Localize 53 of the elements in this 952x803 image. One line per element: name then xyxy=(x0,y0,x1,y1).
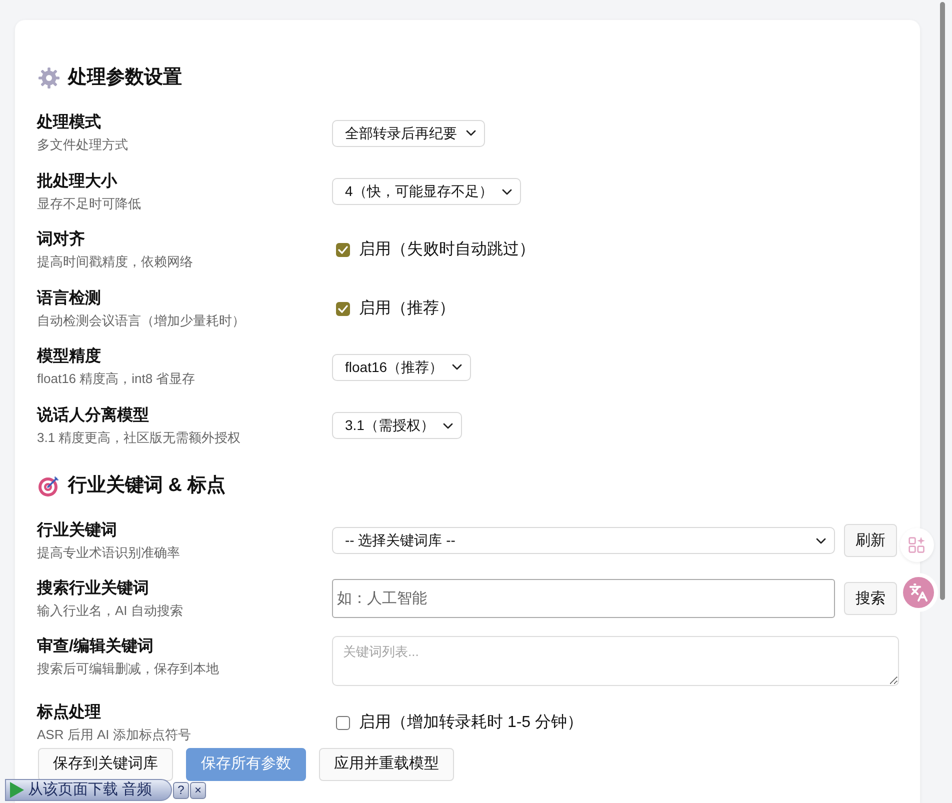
dropdown[interactable]: 全部转录后再纪要 xyxy=(332,120,485,146)
setting-label: 标点处理 xyxy=(37,702,102,723)
setting-description: 提高时间戳精度，依赖网络 xyxy=(37,253,194,272)
section-heading: 行业关键词 & 标点 xyxy=(68,474,226,498)
help-button[interactable]: ? xyxy=(173,782,189,798)
chevron-down-icon xyxy=(502,188,512,195)
setting-description: ASR 后用 AI 添加标点符号 xyxy=(37,726,192,744)
setting-label: 模型精度 xyxy=(37,346,102,368)
setting-description: 3.1 精度更高，社区版无需额外授权 xyxy=(37,428,242,447)
setting-label: 说话人分离模型 xyxy=(37,405,150,426)
setting-label: 审查/编辑关键词 xyxy=(37,636,154,657)
setting-label: 搜索行业关键词 xyxy=(37,578,150,599)
setting-label: 批处理大小 xyxy=(37,172,118,192)
play-icon xyxy=(10,782,24,798)
setting-label: 处理模式 xyxy=(37,112,102,133)
setting-description: 输入行业名，AI 自动搜索 xyxy=(37,602,184,620)
checkbox-label: 启用（失败时自动跳过） xyxy=(359,240,535,260)
dropdown[interactable]: 3.1（需授权） xyxy=(332,412,462,440)
translate-icon xyxy=(903,577,934,608)
dropdown[interactable]: -- 选择关键词库 -- xyxy=(332,527,835,554)
target-icon xyxy=(38,474,60,497)
chevron-down-icon xyxy=(443,422,454,429)
gear-icon xyxy=(38,67,60,89)
setting-description: 多文件处理方式 xyxy=(37,136,129,154)
setting-label: 行业关键词 xyxy=(37,520,118,541)
setting-label: 词对齐 xyxy=(37,229,86,250)
section-heading: 处理参数设置 xyxy=(68,66,182,90)
checkbox[interactable] xyxy=(336,243,350,258)
checkbox-label: 启用（增加转录耗时 1-5 分钟） xyxy=(359,712,584,733)
download-button[interactable]: 从该页面下载 音频 xyxy=(5,779,172,801)
checkbox-label: 启用（推荐） xyxy=(359,298,455,319)
search-button[interactable]: 搜索 xyxy=(844,582,897,616)
setting-description: 提高专业术语识别准确率 xyxy=(37,544,181,562)
action-button[interactable]: 保存到关键词库 xyxy=(38,748,173,781)
setting-description: 自动检测会议语言（增加少量耗时） xyxy=(37,312,246,330)
setting-description: 搜索后可编辑删减，保存到本地 xyxy=(37,660,220,678)
chevron-down-icon xyxy=(466,130,476,136)
text-area[interactable]: 关键词列表... xyxy=(332,636,899,686)
chevron-down-icon xyxy=(816,538,826,544)
refresh-button[interactable]: 刷新 xyxy=(844,524,897,558)
chevron-down-icon xyxy=(452,364,462,370)
setting-label: 语言检测 xyxy=(37,288,102,309)
checkbox[interactable] xyxy=(336,302,350,316)
search-field[interactable]: 如：人工智能 xyxy=(332,579,835,618)
dropdown[interactable]: float16（推荐） xyxy=(332,354,472,381)
dropdown[interactable]: 4（快，可能显存不足） xyxy=(332,178,521,206)
grid-sparkle-icon xyxy=(908,536,926,554)
setting-description: 显存不足时可降低 xyxy=(37,194,142,213)
action-button[interactable]: 应用并重载模型 xyxy=(319,748,454,781)
setting-description: float16 精度高，int8 省显存 xyxy=(37,370,196,388)
close-button[interactable]: × xyxy=(190,782,206,798)
checkbox[interactable] xyxy=(336,716,350,730)
scrollbar-thumb[interactable] xyxy=(940,2,945,600)
